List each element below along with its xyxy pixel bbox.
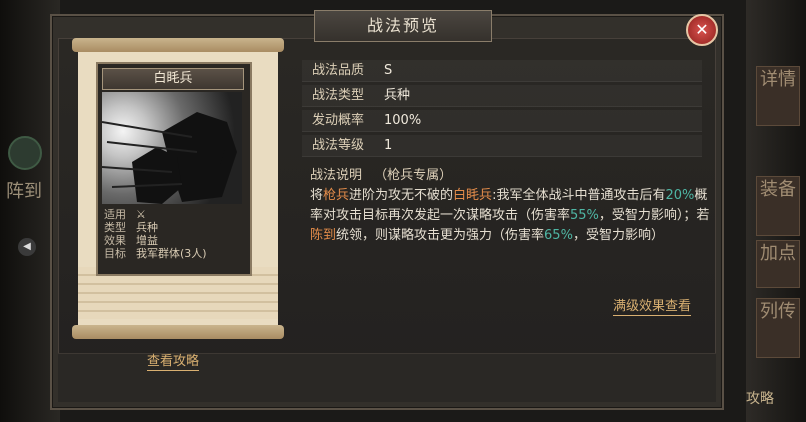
description-note: （枪兵专属）	[374, 168, 453, 183]
desc-text: 进阶为攻无不破的	[349, 188, 454, 203]
card-key: 适用	[104, 208, 126, 221]
window-title: 战法预览	[314, 10, 492, 42]
right-tab-equipment[interactable]: 装备	[756, 176, 800, 236]
desc-highlight: 白眊兵	[453, 188, 493, 203]
card-row-target: 目标 我军群体(3人)	[104, 247, 244, 260]
card-key: 目标	[104, 247, 126, 260]
desc-text: ，受智力影响）；若	[598, 208, 710, 223]
card-value: 我军群体(3人)	[136, 247, 207, 260]
tactic-description: 战法说明 （枪兵专属） 将枪兵进阶为攻无不破的白眊兵:我军全体战斗中普通攻击后有…	[310, 166, 710, 246]
view-guide-link[interactable]: 查看攻略	[147, 354, 200, 371]
max-effect-link[interactable]: 满级效果查看	[613, 299, 692, 316]
right-tab-biography[interactable]: 列传	[756, 298, 800, 358]
info-value: S	[384, 63, 393, 78]
tactic-preview-window: 战法预览 ✕ 白眊兵 适用 ⚔ 类型 兵种 效果 增益 目标 我军群体(3人) …	[50, 10, 724, 410]
desc-text: 将	[310, 188, 324, 203]
card-key: 效果	[104, 234, 126, 247]
info-row-quality: 战法品质 S	[302, 60, 702, 82]
description-header: 战法说明 （枪兵专属）	[310, 166, 710, 186]
scroll-top-rod	[72, 38, 284, 52]
desc-text: :我军全体战斗中普通攻击后有	[492, 188, 666, 203]
desc-text: ，受智力影响）	[572, 228, 664, 243]
tactic-info-table: 战法品质 S 战法类型 兵种 发动概率 100% 战法等级 1	[302, 60, 702, 160]
card-artwork	[102, 92, 242, 204]
description-label: 战法说明	[310, 168, 363, 183]
card-value: 增益	[136, 234, 158, 247]
description-text: 将枪兵进阶为攻无不破的白眊兵:我军全体战斗中普通攻击后有20%概率对攻击目标再次…	[310, 186, 710, 246]
desc-highlight: 陈到	[310, 228, 337, 243]
card-value: 兵种	[136, 221, 158, 234]
info-value: 100%	[384, 113, 422, 128]
left-side-badge[interactable]	[8, 136, 42, 170]
desc-number: 65%	[544, 228, 573, 243]
info-row-probability: 发动概率 100%	[302, 110, 702, 132]
info-row-type: 战法类型 兵种	[302, 85, 702, 107]
right-tab-points[interactable]: 加点	[756, 240, 800, 288]
left-side-tab[interactable]: 阵到	[4, 180, 44, 204]
card-row-type: 类型 兵种	[104, 221, 244, 234]
info-value: 兵种	[384, 88, 411, 103]
desc-highlight: 枪兵	[323, 188, 350, 203]
close-icon[interactable]: ✕	[686, 14, 718, 46]
card-key: 类型	[104, 221, 126, 234]
card-title: 白眊兵	[102, 68, 244, 90]
info-label: 战法类型	[312, 88, 365, 103]
desc-number: 20%	[665, 188, 695, 203]
card-row-applicable: 适用 ⚔	[104, 208, 244, 221]
scroll-bottom-rod	[72, 325, 284, 339]
card-info: 适用 ⚔ 类型 兵种 效果 增益 目标 我军群体(3人)	[104, 208, 244, 260]
desc-text: 统领，则谋略攻击更为强力（伤害率	[336, 228, 545, 243]
card-row-effect: 效果 增益	[104, 234, 244, 247]
left-arrow-icon[interactable]: ◀	[18, 238, 36, 256]
sword-icon: ⚔	[136, 208, 146, 221]
tactic-card: 白眊兵 适用 ⚔ 类型 兵种 效果 增益 目标 我军群体(3人)	[96, 62, 252, 276]
desc-number: 55%	[570, 208, 599, 223]
info-label: 战法品质	[312, 63, 365, 78]
info-label: 发动概率	[312, 113, 365, 128]
info-value: 1	[384, 138, 393, 153]
right-guide-button[interactable]: 攻略	[746, 388, 806, 408]
info-row-level: 战法等级 1	[302, 135, 702, 157]
right-tab-details[interactable]: 详情	[756, 66, 800, 126]
info-label: 战法等级	[312, 138, 365, 153]
